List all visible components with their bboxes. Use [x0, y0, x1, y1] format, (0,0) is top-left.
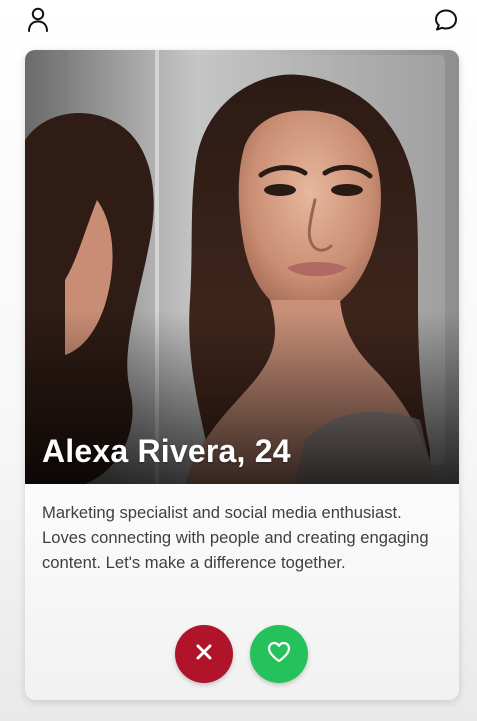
profile-card[interactable]: Alexa Rivera, 24 Marketing specialist an…	[25, 50, 459, 700]
messages-button[interactable]	[432, 8, 460, 36]
profile-button[interactable]	[24, 7, 52, 38]
x-icon	[193, 641, 215, 668]
profile-name-age: Alexa Rivera, 24	[42, 433, 291, 469]
swipe-actions	[25, 625, 459, 685]
profile-bio: Marketing specialist and social media en…	[42, 503, 429, 572]
profile-photo	[25, 50, 459, 484]
user-icon	[26, 7, 50, 38]
top-bar	[0, 0, 477, 44]
heart-icon	[266, 640, 292, 669]
like-button[interactable]	[250, 625, 308, 683]
dislike-button[interactable]	[175, 625, 233, 683]
chat-bubble-icon	[433, 7, 459, 38]
